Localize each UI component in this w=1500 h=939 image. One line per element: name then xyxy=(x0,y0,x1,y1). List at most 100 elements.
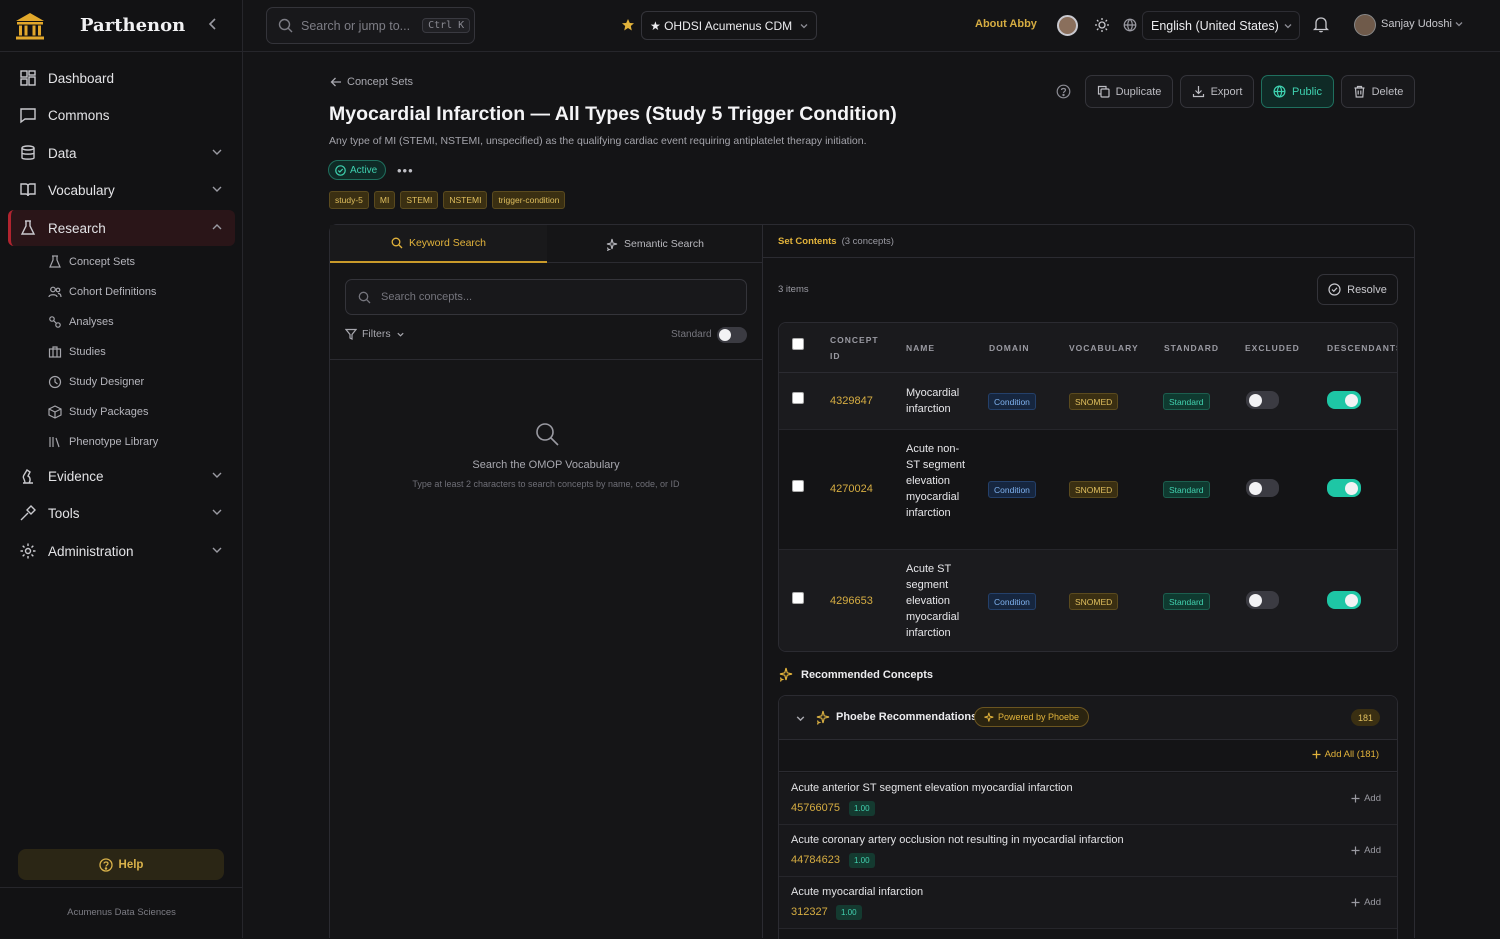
resolve-button[interactable]: Resolve xyxy=(1317,274,1398,305)
recommendation-id[interactable]: 312327 xyxy=(791,906,828,918)
row-checkbox[interactable] xyxy=(792,480,804,492)
descendants-toggle[interactable] xyxy=(1327,391,1361,409)
set-contents-header: Set Contents (3 concepts) xyxy=(763,225,1414,258)
sub-studies[interactable]: Studies xyxy=(48,341,106,363)
concept-id[interactable]: 4270024 xyxy=(830,483,873,495)
nav-label: Tools xyxy=(48,505,80,521)
column-header[interactable]: CONCEPT ID xyxy=(830,332,880,364)
nav-research[interactable]: Research xyxy=(8,210,235,246)
table-row[interactable]: 4296653 Acute ST segment elevation myoca… xyxy=(779,550,1397,651)
chevron-down-icon[interactable] xyxy=(1454,19,1464,29)
standard-badge: Standard xyxy=(1163,393,1210,410)
recommendation-id[interactable]: 44784623 xyxy=(791,854,840,866)
concept-id[interactable]: 4296653 xyxy=(830,595,873,607)
add-all-label: Add All (181) xyxy=(1324,749,1379,760)
global-search-input[interactable]: Search or jump to... Ctrl K xyxy=(266,7,475,44)
domain-badge: Condition xyxy=(988,481,1036,498)
recommendation-row[interactable]: Acute anterior ST segment elevation myoc… xyxy=(779,773,1397,825)
about-abby-link[interactable]: About Abby xyxy=(975,18,1037,30)
row-checkbox[interactable] xyxy=(792,592,804,604)
column-header[interactable]: NAME xyxy=(906,340,935,356)
add-button[interactable]: Add xyxy=(1351,845,1381,856)
abby-avatar[interactable] xyxy=(1057,15,1078,36)
descendants-toggle[interactable] xyxy=(1327,479,1361,497)
nav-vocabulary[interactable]: Vocabulary xyxy=(8,172,235,208)
add-all-button[interactable]: Add All (181) xyxy=(1312,749,1379,760)
recommendation-name: Acute coronary artery occlusion not resu… xyxy=(791,834,1124,846)
column-header[interactable]: STANDARD xyxy=(1164,340,1219,356)
excluded-toggle[interactable] xyxy=(1246,391,1279,409)
bell-icon[interactable] xyxy=(1313,16,1329,33)
recommendation-row[interactable]: Acute myocardial infarction 312327 1.00 … xyxy=(779,877,1397,929)
export-button[interactable]: Export xyxy=(1180,75,1254,108)
sparkles-icon xyxy=(778,667,793,682)
nav-administration[interactable]: Administration xyxy=(8,533,235,569)
recommendation-id[interactable]: 45766075 xyxy=(791,802,840,814)
descendants-toggle[interactable] xyxy=(1327,591,1361,609)
sub-analyses[interactable]: Analyses xyxy=(48,311,114,333)
recommendations-box: Phoebe Recommendations Powered by Phoebe… xyxy=(778,695,1398,939)
column-header[interactable]: EXCLUDED xyxy=(1245,340,1300,356)
add-button[interactable]: Add xyxy=(1351,793,1381,804)
search-icon xyxy=(534,421,560,447)
column-header[interactable]: DOMAIN xyxy=(989,340,1029,356)
status-badge[interactable]: Active xyxy=(328,160,387,180)
recommended-header: Recommended Concepts xyxy=(778,667,933,682)
standard-toggle[interactable] xyxy=(717,327,747,343)
check-circle-icon xyxy=(1328,283,1341,296)
sub-label: Phenotype Library xyxy=(69,436,159,448)
public-button[interactable]: Public xyxy=(1261,75,1334,108)
select-all-checkbox[interactable] xyxy=(792,338,804,350)
nav-data[interactable]: Data xyxy=(8,135,235,171)
recommended-title: Recommended Concepts xyxy=(801,668,934,681)
tab-keyword-search[interactable]: Keyword Search xyxy=(330,225,547,263)
favorite-star-icon[interactable] xyxy=(621,18,635,32)
tag: MI xyxy=(373,191,396,209)
chevron-down-icon[interactable] xyxy=(795,713,806,724)
concept-search-input[interactable]: Search concepts... xyxy=(345,279,747,315)
tab-label: Semantic Search xyxy=(624,238,704,250)
duplicate-button[interactable]: Duplicate xyxy=(1085,75,1173,108)
resolve-label: Resolve xyxy=(1347,283,1387,296)
collapse-sidebar-icon[interactable] xyxy=(206,17,220,31)
table-row[interactable]: 4270024 Acute non-ST segment elevation m… xyxy=(779,430,1397,550)
add-button[interactable]: Add xyxy=(1351,897,1381,908)
concept-id[interactable]: 4329847 xyxy=(830,395,873,407)
user-avatar[interactable] xyxy=(1354,14,1376,36)
sub-phenotype-library[interactable]: Phenotype Library xyxy=(48,431,158,453)
footer-text: Acumenus Data Sciences xyxy=(67,907,176,918)
nav-tools[interactable]: Tools xyxy=(8,495,235,531)
recommendation-row[interactable]: Acute coronary artery occlusion not resu… xyxy=(779,825,1397,877)
sub-study-packages[interactable]: Study Packages xyxy=(48,401,149,423)
language-select[interactable]: English (United States) xyxy=(1142,11,1300,40)
excluded-toggle[interactable] xyxy=(1246,591,1279,609)
tab-semantic-search[interactable]: Semantic Search xyxy=(547,225,762,263)
more-options-button[interactable]: ••• xyxy=(397,163,414,178)
table-row[interactable]: 4329847 Myocardial infarction Condition … xyxy=(779,373,1397,430)
sub-concept-sets[interactable]: Concept Sets xyxy=(48,251,135,273)
nav-evidence[interactable]: Evidence xyxy=(8,458,235,494)
add-all-row: Add All (181) xyxy=(779,740,1397,772)
row-checkbox[interactable] xyxy=(792,392,804,404)
breadcrumb[interactable]: Concept Sets xyxy=(330,76,413,88)
chevron-down-icon xyxy=(211,183,223,195)
sub-study-designer[interactable]: Study Designer xyxy=(48,371,144,393)
column-header[interactable]: DESCENDANTS xyxy=(1327,340,1397,356)
excluded-toggle[interactable] xyxy=(1246,479,1279,497)
nav-commons[interactable]: Commons xyxy=(8,97,235,133)
nav-dashboard[interactable]: Dashboard xyxy=(8,60,235,96)
help-circle-icon[interactable] xyxy=(1056,84,1071,99)
user-name[interactable]: Sanjay Udoshi xyxy=(1381,18,1452,30)
delete-button[interactable]: Delete xyxy=(1341,75,1415,108)
sub-label: Concept Sets xyxy=(69,256,136,268)
sun-icon[interactable] xyxy=(1094,17,1110,33)
vocabulary-badge: SNOMED xyxy=(1069,593,1119,610)
column-header[interactable]: VOCABULARY xyxy=(1069,340,1139,356)
standard-badge: Standard xyxy=(1163,481,1210,498)
recommendations-title: Phoebe Recommendations xyxy=(836,711,978,723)
recommendations-toolbar[interactable]: Phoebe Recommendations Powered by Phoebe… xyxy=(779,696,1397,740)
filters-button[interactable]: Filters xyxy=(345,328,405,340)
sub-cohort-definitions[interactable]: Cohort Definitions xyxy=(48,281,156,303)
source-select[interactable]: ★ OHDSI Acumenus CDM xyxy=(641,11,817,40)
help-button[interactable]: Help xyxy=(18,849,224,880)
